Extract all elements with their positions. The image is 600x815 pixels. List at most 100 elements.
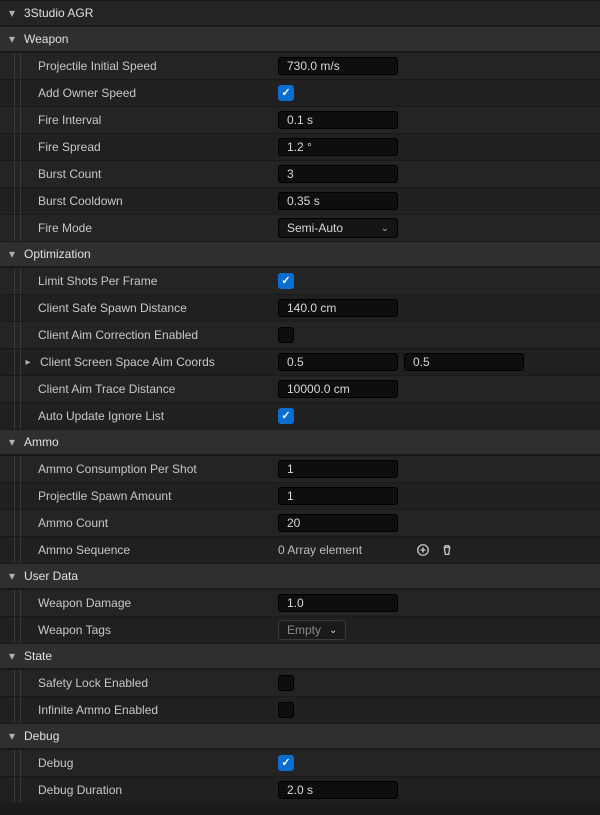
input-ammo-count[interactable] (278, 514, 398, 532)
row-debug: Debug (0, 749, 600, 776)
label-safety-lock-enabled: Safety Lock Enabled (38, 676, 148, 690)
label-ammo-consumption-per-shot: Ammo Consumption Per Shot (38, 462, 197, 476)
label-ammo-sequence: Ammo Sequence (38, 543, 130, 557)
label-client-aim-correction: Client Aim Correction Enabled (38, 328, 198, 342)
section-title-ammo: Ammo (24, 435, 59, 449)
label-debug: Debug (38, 756, 73, 770)
row-limit-shots-per-frame: Limit Shots Per Frame (0, 267, 600, 294)
label-auto-update-ignore-list: Auto Update Ignore List (38, 409, 164, 423)
row-debug-duration: Debug Duration (0, 776, 600, 803)
input-fire-spread[interactable] (278, 138, 398, 156)
row-weapon-tags: Weapon Tags Empty ⌄ (0, 616, 600, 643)
chevron-down-icon (6, 650, 18, 662)
chevron-down-icon (6, 730, 18, 742)
row-ammo-consumption-per-shot: Ammo Consumption Per Shot (0, 455, 600, 482)
row-infinite-ammo-enabled: Infinite Ammo Enabled (0, 696, 600, 723)
label-weapon-tags: Weapon Tags (38, 623, 111, 637)
row-client-screen-space-aim: Client Screen Space Aim Coords (0, 348, 600, 375)
input-ammo-consumption-per-shot[interactable] (278, 460, 398, 478)
row-client-safe-spawn-distance: Client Safe Spawn Distance (0, 294, 600, 321)
row-fire-interval: Fire Interval (0, 106, 600, 133)
label-burst-cooldown: Burst Cooldown (38, 194, 123, 208)
label-client-safe-spawn-distance: Client Safe Spawn Distance (38, 301, 187, 315)
root-title: 3Studio AGR (24, 6, 93, 20)
trash-icon (440, 543, 454, 557)
section-rows-debug: Debug Debug Duration (0, 749, 600, 803)
section-header-root[interactable]: 3Studio AGR (0, 0, 600, 26)
select-weapon-tags[interactable]: Empty ⌄ (278, 620, 346, 640)
row-fire-mode: Fire Mode Semi-Auto ⌄ (0, 214, 600, 241)
chevron-down-icon (6, 7, 18, 19)
text-ammo-sequence-count: 0 Array element (278, 543, 362, 557)
row-client-aim-correction: Client Aim Correction Enabled (0, 321, 600, 348)
input-weapon-damage[interactable] (278, 594, 398, 612)
label-fire-spread: Fire Spread (38, 140, 101, 154)
checkbox-debug[interactable] (278, 755, 294, 771)
row-ammo-sequence: Ammo Sequence 0 Array element (0, 536, 600, 563)
section-header-weapon[interactable]: Weapon (0, 26, 600, 52)
input-projectile-initial-speed[interactable] (278, 57, 398, 75)
section-title-user-data: User Data (24, 569, 78, 583)
row-burst-count: Burst Count (0, 160, 600, 187)
section-title-debug: Debug (24, 729, 59, 743)
section-header-debug[interactable]: Debug (0, 723, 600, 749)
chevron-down-icon: ⌄ (381, 223, 389, 234)
label-infinite-ammo-enabled: Infinite Ammo Enabled (38, 703, 158, 717)
row-ammo-count: Ammo Count (0, 509, 600, 536)
chevron-down-icon (6, 570, 18, 582)
label-client-aim-trace-distance: Client Aim Trace Distance (38, 382, 175, 396)
input-client-aim-trace-distance[interactable] (278, 380, 398, 398)
row-burst-cooldown: Burst Cooldown (0, 187, 600, 214)
chevron-down-icon: ⌄ (329, 625, 337, 636)
section-header-optimization[interactable]: Optimization (0, 241, 600, 267)
section-rows-user-data: Weapon Damage Weapon Tags Empty ⌄ (0, 589, 600, 643)
checkbox-add-owner-speed[interactable] (278, 85, 294, 101)
input-burst-count[interactable] (278, 165, 398, 183)
label-fire-interval: Fire Interval (38, 113, 101, 127)
details-panel: 3Studio AGR Weapon Projectile Initial Sp… (0, 0, 600, 803)
input-debug-duration[interactable] (278, 781, 398, 799)
input-fire-interval[interactable] (278, 111, 398, 129)
input-projectile-spawn-amount[interactable] (278, 487, 398, 505)
checkbox-client-aim-correction[interactable] (278, 327, 294, 343)
row-fire-spread: Fire Spread (0, 133, 600, 160)
section-header-user-data[interactable]: User Data (0, 563, 600, 589)
section-header-state[interactable]: State (0, 643, 600, 669)
input-aim-coord-x[interactable] (278, 353, 398, 371)
section-header-ammo[interactable]: Ammo (0, 429, 600, 455)
row-projectile-initial-speed: Projectile Initial Speed (0, 52, 600, 79)
label-debug-duration: Debug Duration (38, 783, 122, 797)
row-client-aim-trace-distance: Client Aim Trace Distance (0, 375, 600, 402)
label-burst-count: Burst Count (38, 167, 101, 181)
checkbox-auto-update-ignore-list[interactable] (278, 408, 294, 424)
chevron-down-icon (6, 436, 18, 448)
input-client-safe-spawn-distance[interactable] (278, 299, 398, 317)
label-ammo-count: Ammo Count (38, 516, 108, 530)
chevron-down-icon (6, 33, 18, 45)
label-projectile-spawn-amount: Projectile Spawn Amount (38, 489, 171, 503)
section-rows-optimization: Limit Shots Per Frame Client Safe Spawn … (0, 267, 600, 429)
select-weapon-tags-value: Empty (287, 623, 321, 637)
label-add-owner-speed: Add Owner Speed (38, 86, 136, 100)
row-projectile-spawn-amount: Projectile Spawn Amount (0, 482, 600, 509)
checkbox-limit-shots-per-frame[interactable] (278, 273, 294, 289)
input-burst-cooldown[interactable] (278, 192, 398, 210)
label-projectile-initial-speed: Projectile Initial Speed (38, 59, 157, 73)
checkbox-infinite-ammo-enabled[interactable] (278, 702, 294, 718)
label-fire-mode: Fire Mode (38, 221, 92, 235)
clear-array-button[interactable] (438, 541, 456, 559)
select-fire-mode-value: Semi-Auto (287, 221, 343, 235)
section-rows-ammo: Ammo Consumption Per Shot Projectile Spa… (0, 455, 600, 563)
chevron-down-icon (6, 248, 18, 260)
checkbox-safety-lock-enabled[interactable] (278, 675, 294, 691)
input-aim-coord-y[interactable] (404, 353, 524, 371)
section-title-weapon: Weapon (24, 32, 68, 46)
label-limit-shots-per-frame: Limit Shots Per Frame (38, 274, 157, 288)
label-client-screen-space-aim: Client Screen Space Aim Coords (40, 355, 215, 369)
plus-circle-icon (416, 543, 430, 557)
add-element-button[interactable] (414, 541, 432, 559)
label-weapon-damage: Weapon Damage (38, 596, 131, 610)
section-rows-state: Safety Lock Enabled Infinite Ammo Enable… (0, 669, 600, 723)
select-fire-mode[interactable]: Semi-Auto ⌄ (278, 218, 398, 238)
section-title-optimization: Optimization (24, 247, 91, 261)
